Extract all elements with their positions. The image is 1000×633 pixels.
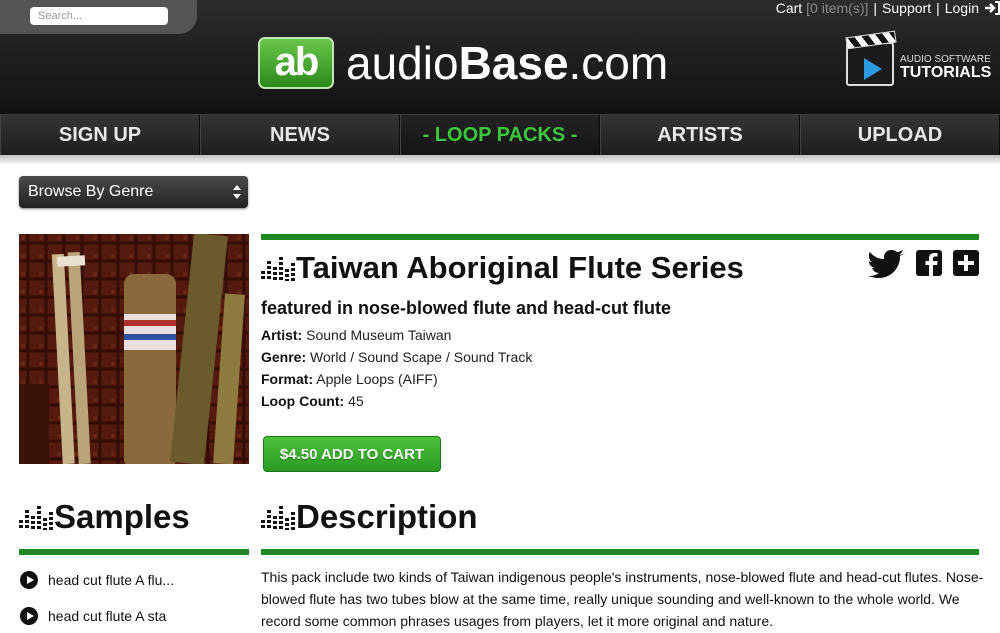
samples-heading-row: Samples [19, 497, 190, 537]
plus-icon[interactable] [953, 250, 979, 278]
genre-select-value: Browse By Genre [28, 183, 154, 200]
twitter-icon[interactable] [868, 250, 906, 278]
loop-count-row: Loop Count: 45 [261, 393, 364, 409]
login-link[interactable]: Login [945, 0, 979, 16]
logo-text-part: audio [346, 37, 459, 89]
loop-count-label: Loop Count: [261, 393, 345, 409]
artist-row: Artist: Sound Museum Taiwan [261, 327, 451, 343]
site-header: Cart [0 item(s)] | Support | Login ab au… [0, 0, 1000, 114]
cart-count[interactable]: [0 item(s)] [806, 0, 868, 16]
logo-text-bold: Base [458, 37, 569, 89]
product-subtitle: featured in nose-blowed flute and head-c… [261, 298, 672, 318]
support-link[interactable]: Support [882, 0, 931, 16]
play-button-icon[interactable] [20, 571, 38, 589]
play-button-icon[interactable] [20, 607, 38, 625]
format-label: Format: [261, 371, 314, 387]
logo-text-part: .com [568, 37, 669, 89]
nav-news[interactable]: NEWS [200, 115, 400, 155]
tutorials-label: TUTORIALS [900, 64, 992, 81]
genre-value: World / Sound Scape / Sound Track [310, 349, 533, 365]
main-nav: SIGN UP NEWS - LOOP PACKS - ARTISTS UPLO… [0, 114, 1000, 155]
top-links: Cart [0 item(s)] | Support | Login [776, 0, 1000, 16]
description-heading: Description [296, 498, 478, 535]
artist-label: Artist: [261, 327, 303, 343]
description-heading-row: Description [261, 497, 478, 537]
description-text: This pack include two kinds of Taiwan in… [261, 569, 984, 629]
format-row: Format: Apple Loops (AIFF) [261, 371, 438, 387]
title-divider [261, 234, 979, 240]
tutorials-link[interactable]: AUDIO SOFTWARE TUTORIALS [844, 38, 996, 94]
logo-text: audioBase.com [346, 36, 668, 90]
samples-heading: Samples [54, 498, 190, 535]
add-to-cart-button[interactable]: $4.50 ADD TO CART [263, 436, 441, 472]
equalizer-icon [19, 504, 53, 530]
select-arrows-icon [233, 185, 241, 199]
cart-link[interactable]: Cart [776, 0, 802, 16]
sample-label[interactable]: head cut flute A flu... [48, 572, 174, 588]
facebook-icon[interactable] [916, 250, 942, 278]
loop-count-value: 45 [348, 393, 364, 409]
format-value: Apple Loops (AIFF) [316, 371, 438, 387]
clapperboard-icon [846, 42, 894, 86]
genre-select[interactable]: Browse By Genre [19, 176, 248, 208]
genre-row: Genre: World / Sound Scape / Sound Track [261, 349, 532, 365]
product-title: Taiwan Aboriginal Flute Series [296, 250, 744, 285]
logo-badge: ab [258, 37, 334, 89]
separator: | [873, 0, 878, 16]
nav-sign-up[interactable]: SIGN UP [0, 115, 200, 155]
nav-shadow [0, 155, 1000, 165]
login-arrow-icon[interactable] [984, 1, 1000, 15]
nav-upload[interactable]: UPLOAD [800, 115, 1000, 155]
search-input[interactable] [30, 7, 168, 25]
separator: | [936, 0, 940, 16]
equalizer-icon [261, 504, 295, 530]
sample-item[interactable]: head cut flute A sta [20, 606, 166, 626]
product-title-row: Taiwan Aboriginal Flute Series [261, 250, 744, 286]
search-container [0, 0, 197, 34]
play-icon [864, 58, 882, 80]
nav-loop-packs[interactable]: - LOOP PACKS - [400, 115, 600, 155]
description-divider [261, 549, 979, 555]
album-art-image [19, 234, 249, 464]
album-art [19, 234, 249, 464]
site-logo[interactable]: ab audioBase.com [258, 36, 668, 90]
sample-item[interactable]: head cut flute A flu... [20, 570, 174, 590]
genre-label: Genre: [261, 349, 307, 365]
nav-artists[interactable]: ARTISTS [600, 115, 800, 155]
artist-value[interactable]: Sound Museum Taiwan [306, 327, 451, 343]
equalizer-icon [261, 255, 295, 281]
sample-label[interactable]: head cut flute A sta [48, 608, 166, 624]
samples-divider [19, 549, 249, 555]
